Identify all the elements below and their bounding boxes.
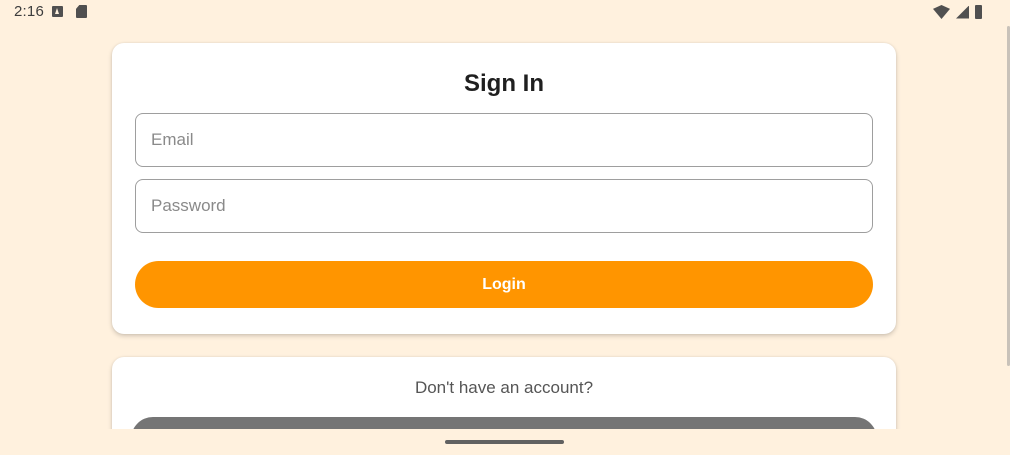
login-button[interactable]: Login: [135, 261, 873, 308]
sign-in-title: Sign In: [464, 70, 544, 97]
password-field[interactable]: [135, 179, 873, 233]
no-account-text: Don't have an account?: [414, 378, 594, 397]
wifi-icon: [933, 5, 950, 19]
status-time: 2:16: [14, 3, 44, 20]
app-screen: 2:16 Sign In Login Don't have an account…: [0, 0, 1010, 455]
battery-icon: [975, 5, 982, 19]
status-bar: 2:16: [0, 0, 1010, 26]
sign-in-card: Sign In Login: [112, 43, 896, 334]
signal-icon: [956, 5, 969, 19]
home-indicator[interactable]: [445, 440, 564, 444]
email-field[interactable]: [135, 113, 873, 167]
sd-card-icon: [76, 5, 87, 18]
navigation-bar: [0, 429, 1010, 455]
a-notification-icon: [52, 6, 63, 17]
system-status-icons: [933, 5, 982, 19]
